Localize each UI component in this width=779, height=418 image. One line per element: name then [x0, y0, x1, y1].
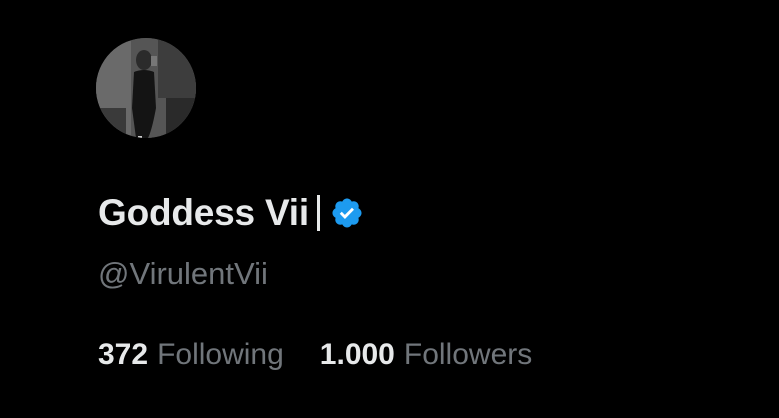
followers-count: 1.000: [319, 338, 395, 371]
verified-badge-icon[interactable]: [330, 196, 364, 230]
following-count: 372: [98, 338, 149, 371]
follow-stats: 372 Following 1.000 Followers: [98, 338, 532, 372]
user-handle: @VirulentVii: [98, 256, 268, 291]
following-stat[interactable]: 372 Following: [98, 338, 284, 372]
followers-stat[interactable]: 1.000 Followers: [320, 338, 532, 372]
avatar-photo: [96, 38, 196, 138]
following-label: Following: [157, 338, 284, 371]
name-separator: [316, 195, 320, 231]
avatar[interactable]: [96, 38, 196, 138]
display-name: Goddess Vii: [98, 192, 309, 233]
followers-label: Followers: [403, 338, 533, 371]
display-name-row: Goddess Vii: [98, 188, 364, 238]
